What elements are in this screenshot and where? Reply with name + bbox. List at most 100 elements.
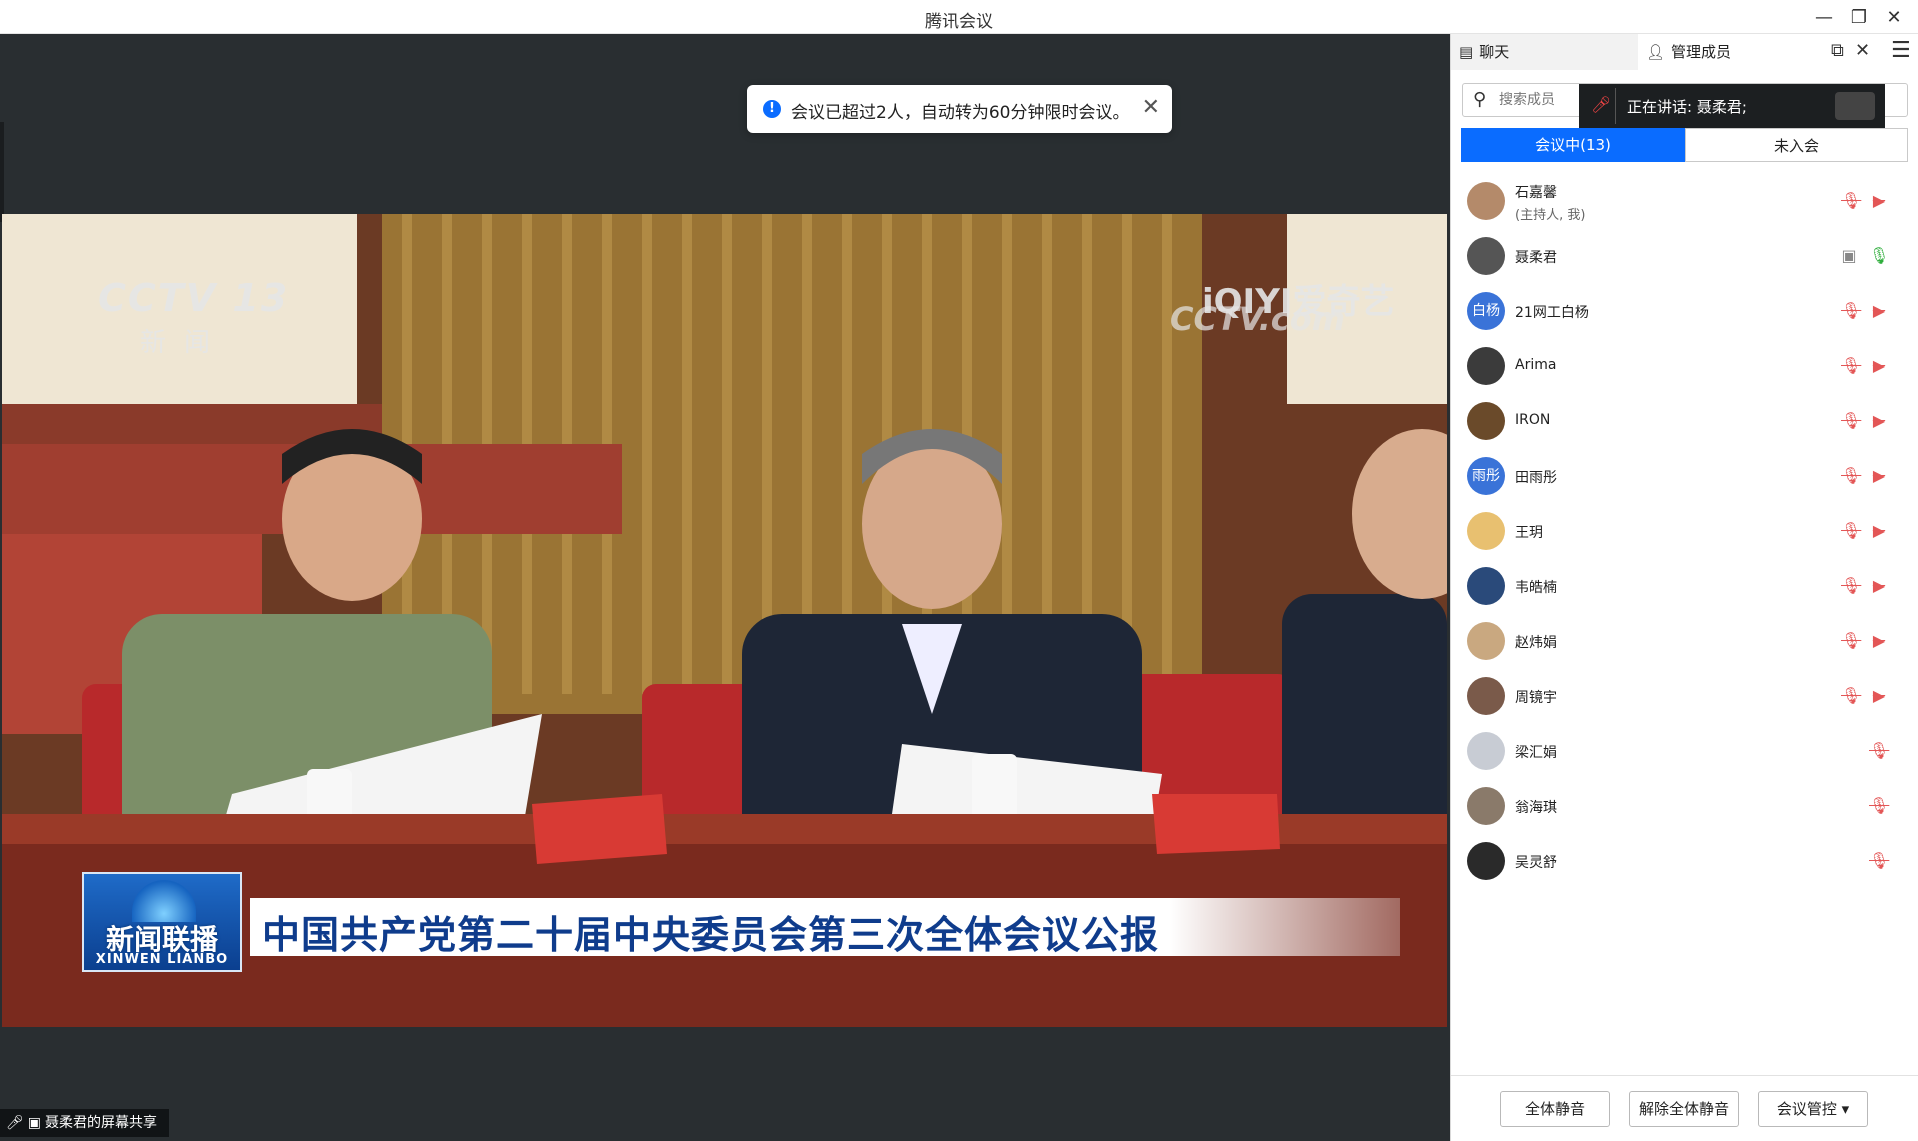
tab-chat-label: 聊天 xyxy=(1479,43,1510,61)
avatar xyxy=(1467,512,1505,550)
member-list: 石嘉馨 (主持人, 我) 🎙︎ ▶ 聂柔君 🎙︎ ▣ 白杨 21网工白杨 🎙︎ ▶ Arima 🎙︎ ▶ I… xyxy=(1451,174,1918,889)
member-name: 韦皓楠 xyxy=(1515,580,1557,596)
member-row[interactable]: 吴灵舒 🎙︎ xyxy=(1451,834,1918,889)
window-title: 腾讯会议 xyxy=(925,12,993,32)
member-row[interactable]: IRON 🎙︎ ▶ xyxy=(1451,394,1918,449)
screen-share-label: 🎤︎ ▣ 聂柔君的屏幕共享 xyxy=(0,1109,170,1137)
mic-muted-icon[interactable]: 🎙︎ xyxy=(1869,851,1889,871)
search-icon: ⚲ xyxy=(1473,89,1487,110)
camera-off-icon[interactable]: ▶ xyxy=(1869,686,1889,706)
mic-muted-icon[interactable]: 🎙︎ xyxy=(1869,796,1889,816)
divider xyxy=(1615,88,1616,124)
mic-muted-icon[interactable]: 🎙︎ xyxy=(1841,301,1861,321)
mic-muted-icon[interactable]: 🎙︎ xyxy=(1841,466,1861,486)
tab-chat[interactable]: ▤ 聊天 xyxy=(1451,34,1638,70)
member-row[interactable]: 梁汇娟 🎙︎ xyxy=(1451,724,1918,779)
headline-text: 中国共产党第二十届中央委员会第三次全体会议公报 xyxy=(262,913,1160,957)
chat-icon: ▤ xyxy=(1459,43,1474,61)
menu-icon[interactable]: ☰ xyxy=(1891,38,1911,63)
panel-tabs: ▤ 聊天 👤︎ 管理成员 ⧉ ✕ ☰ xyxy=(1451,34,1918,70)
avatar xyxy=(1467,842,1505,880)
close-window-button[interactable]: ✕ xyxy=(1878,4,1910,30)
camera-off-icon[interactable]: ▶ xyxy=(1869,191,1889,211)
unmute-all-button[interactable]: 解除全体静音 xyxy=(1629,1091,1739,1127)
tab-tools: ⧉ ✕ xyxy=(1823,34,1883,70)
camera-off-icon[interactable]: ▶ xyxy=(1869,631,1889,651)
close-panel-icon[interactable]: ✕ xyxy=(1855,40,1870,61)
member-name: 赵炜娟 xyxy=(1515,635,1557,651)
camera-off-icon[interactable]: ▶ xyxy=(1869,576,1889,596)
avatar xyxy=(1467,732,1505,770)
member-row[interactable]: 白杨 21网工白杨 🎙︎ ▶ xyxy=(1451,284,1918,339)
member-row[interactable]: 赵炜娟 🎙︎ ▶ xyxy=(1451,614,1918,669)
mute-all-button[interactable]: 全体静音 xyxy=(1500,1091,1610,1127)
avatar: 白杨 xyxy=(1467,292,1505,330)
minimize-button[interactable]: — xyxy=(1808,4,1840,30)
camera-off-icon[interactable]: ▶ xyxy=(1869,356,1889,376)
avatar: 雨彤 xyxy=(1467,457,1505,495)
mic-muted-icon[interactable]: 🎙︎ xyxy=(1841,411,1861,431)
member-row[interactable]: 聂柔君 🎙︎ ▣ xyxy=(1451,229,1918,284)
member-row[interactable]: 韦皓楠 🎙︎ ▶ xyxy=(1451,559,1918,614)
avatar xyxy=(1467,677,1505,715)
screen-share-icon: ▣ xyxy=(27,1115,42,1131)
mic-icon: 🎤︎ xyxy=(6,1115,24,1131)
headline-bar: 中国共产党第二十届中央委员会第三次全体会议公报 xyxy=(250,898,1400,957)
panel-footer: 全体静音 解除全体静音 会议管控 ▾ xyxy=(1451,1075,1918,1141)
camera-off-icon[interactable]: ▶ xyxy=(1869,466,1889,486)
member-name: IRON xyxy=(1515,412,1551,428)
tab-members-label: 管理成员 xyxy=(1671,43,1732,61)
meeting-control-button[interactable]: 会议管控 ▾ xyxy=(1758,1091,1868,1127)
member-name: 周镜宇 xyxy=(1515,690,1557,706)
avatar xyxy=(1467,347,1505,385)
info-icon: ! xyxy=(763,100,781,118)
toast-message: 会议已超过2人，自动转为60分钟限时会议。 xyxy=(791,103,1130,123)
member-row[interactable]: 王玥 🎙︎ ▶ xyxy=(1451,504,1918,559)
member-name: Arima xyxy=(1515,357,1557,373)
stage-left-edge xyxy=(0,122,4,222)
limit-toast: ! 会议已超过2人，自动转为60分钟限时会议。 ✕ xyxy=(747,85,1172,133)
screen-share-icon[interactable]: ▣ xyxy=(1839,246,1859,266)
avatar xyxy=(1467,567,1505,605)
mic-muted-icon[interactable]: 🎙︎ xyxy=(1841,576,1861,596)
toast-close-icon[interactable]: ✕ xyxy=(1142,95,1160,120)
mic-off-icon: 🎤︎ xyxy=(1591,95,1612,114)
mic-muted-icon[interactable]: 🎙︎ xyxy=(1869,741,1889,761)
news-banner: 新闻联播 XINWEN LIANBO 中国共产党第二十届中央委员会第三次全体会议… xyxy=(82,872,1422,972)
avatar xyxy=(1467,787,1505,825)
mic-muted-icon[interactable]: 🎙︎ xyxy=(1841,191,1861,211)
program-name-en: XINWEN LIANBO xyxy=(95,952,229,967)
cctv-logo: CCTV 13 xyxy=(98,276,290,320)
camera-off-icon[interactable]: ▶ xyxy=(1869,411,1889,431)
mic-muted-icon[interactable]: 🎙︎ xyxy=(1841,686,1861,706)
member-name: 21网工白杨 xyxy=(1515,305,1589,321)
camera-off-icon[interactable]: ▶ xyxy=(1869,301,1889,321)
avatar xyxy=(1467,622,1505,660)
member-row[interactable]: Arima 🎙︎ ▶ xyxy=(1451,339,1918,394)
window-titlebar: 腾讯会议 — ❐ ✕ xyxy=(0,0,1918,34)
restore-button[interactable]: ❐ xyxy=(1843,4,1875,30)
member-name: 吴灵舒 xyxy=(1515,855,1557,871)
mic-muted-icon[interactable]: 🎙︎ xyxy=(1841,631,1861,651)
side-panel: ▤ 聊天 👤︎ 管理成员 ⧉ ✕ ☰ ⚲ 🎤︎ 正在讲话: 聂柔君; 会议中(13)… xyxy=(1450,34,1918,1141)
member-name: 聂柔君 xyxy=(1515,250,1557,266)
tab-in-meeting[interactable]: 会议中(13) xyxy=(1461,128,1685,162)
member-row[interactable]: 周镜宇 🎙︎ ▶ xyxy=(1451,669,1918,724)
globe-icon xyxy=(132,880,196,922)
member-row[interactable]: 雨彤 田雨彤 🎙︎ ▶ xyxy=(1451,449,1918,504)
camera-off-icon[interactable]: ▶ xyxy=(1869,521,1889,541)
member-row[interactable]: 翁海琪 🎙︎ xyxy=(1451,779,1918,834)
member-row[interactable]: 石嘉馨 (主持人, 我) 🎙︎ ▶ xyxy=(1451,174,1918,229)
tab-not-joined[interactable]: 未入会 xyxy=(1685,128,1908,162)
mic-muted-icon[interactable]: 🎙︎ xyxy=(1841,356,1861,376)
avatar xyxy=(1467,402,1505,440)
members-icon: 👤︎ xyxy=(1646,43,1666,61)
mic-on-icon[interactable]: 🎙︎ xyxy=(1869,246,1889,266)
tab-members[interactable]: 👤︎ 管理成员 xyxy=(1638,34,1823,70)
member-role: (主持人, 我) xyxy=(1515,208,1586,223)
speaking-indicator: 🎤︎ 正在讲话: 聂柔君; xyxy=(1579,84,1885,128)
shared-screen-stage: CCTV 13 新闻 iQIYI爱奇艺 CCTV.com 新闻联播 XINWEN… xyxy=(0,34,1450,1141)
mic-muted-icon[interactable]: 🎙︎ xyxy=(1841,521,1861,541)
cctvcom-watermark: CCTV.com xyxy=(1170,300,1346,338)
popout-icon[interactable]: ⧉ xyxy=(1831,40,1844,61)
